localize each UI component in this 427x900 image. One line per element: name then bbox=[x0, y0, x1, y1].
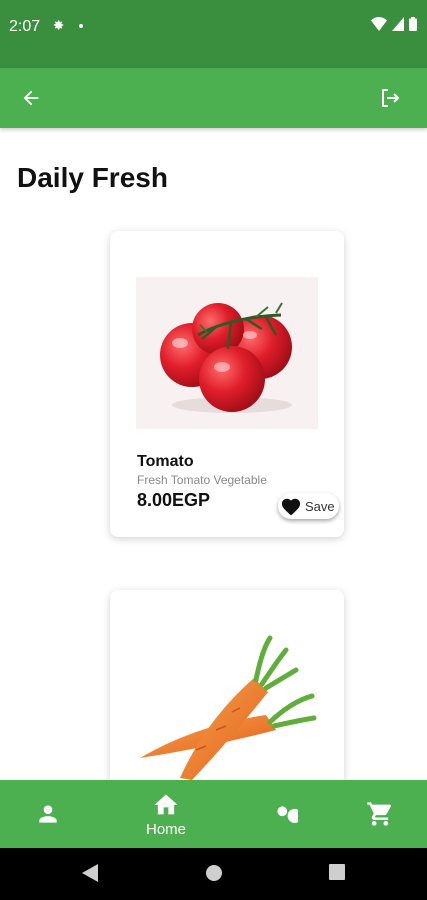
heart-icon bbox=[281, 498, 301, 516]
status-time: 2:07 bbox=[9, 18, 41, 35]
nav-home[interactable]: Home bbox=[136, 780, 196, 848]
person-icon bbox=[39, 805, 57, 823]
logout-button[interactable] bbox=[370, 78, 410, 118]
tomato-image bbox=[136, 277, 318, 429]
cart-icon bbox=[367, 802, 392, 826]
nav-cart[interactable] bbox=[350, 780, 410, 848]
save-button[interactable]: Save bbox=[278, 493, 339, 519]
system-home-icon[interactable] bbox=[205, 864, 223, 882]
product-name: Tomato bbox=[137, 453, 194, 470]
logout-icon bbox=[382, 89, 400, 107]
carrot-image bbox=[136, 630, 318, 782]
save-label: Save bbox=[305, 498, 335, 514]
search-icon bbox=[277, 806, 298, 823]
nav-search[interactable] bbox=[255, 780, 315, 848]
notification-dot-icon bbox=[79, 24, 83, 28]
app-bar bbox=[0, 68, 427, 128]
nav-profile[interactable] bbox=[18, 780, 78, 848]
settings-gear-icon bbox=[53, 20, 64, 30]
status-icons bbox=[371, 17, 417, 31]
system-nav-bar bbox=[0, 848, 427, 900]
back-arrow-icon bbox=[23, 90, 39, 106]
wifi-icon bbox=[371, 17, 387, 31]
status-bar: 2:07 bbox=[0, 0, 427, 68]
product-price: 8.00EGP bbox=[137, 490, 211, 510]
signal-icon bbox=[392, 17, 404, 31]
system-back-icon[interactable] bbox=[82, 864, 98, 882]
system-recents-icon[interactable] bbox=[329, 864, 345, 880]
product-description: Fresh Tomato Vegetable bbox=[137, 473, 267, 487]
nav-home-label: Home bbox=[145, 820, 186, 838]
battery-icon bbox=[409, 17, 417, 31]
product-card[interactable]: Tomato Fresh Tomato Vegetable 8.00EGP Sa… bbox=[110, 231, 344, 537]
back-button[interactable] bbox=[11, 78, 51, 118]
page-title: Daily Fresh bbox=[17, 162, 168, 193]
home-icon bbox=[154, 794, 178, 814]
bottom-nav: Home bbox=[0, 780, 427, 848]
